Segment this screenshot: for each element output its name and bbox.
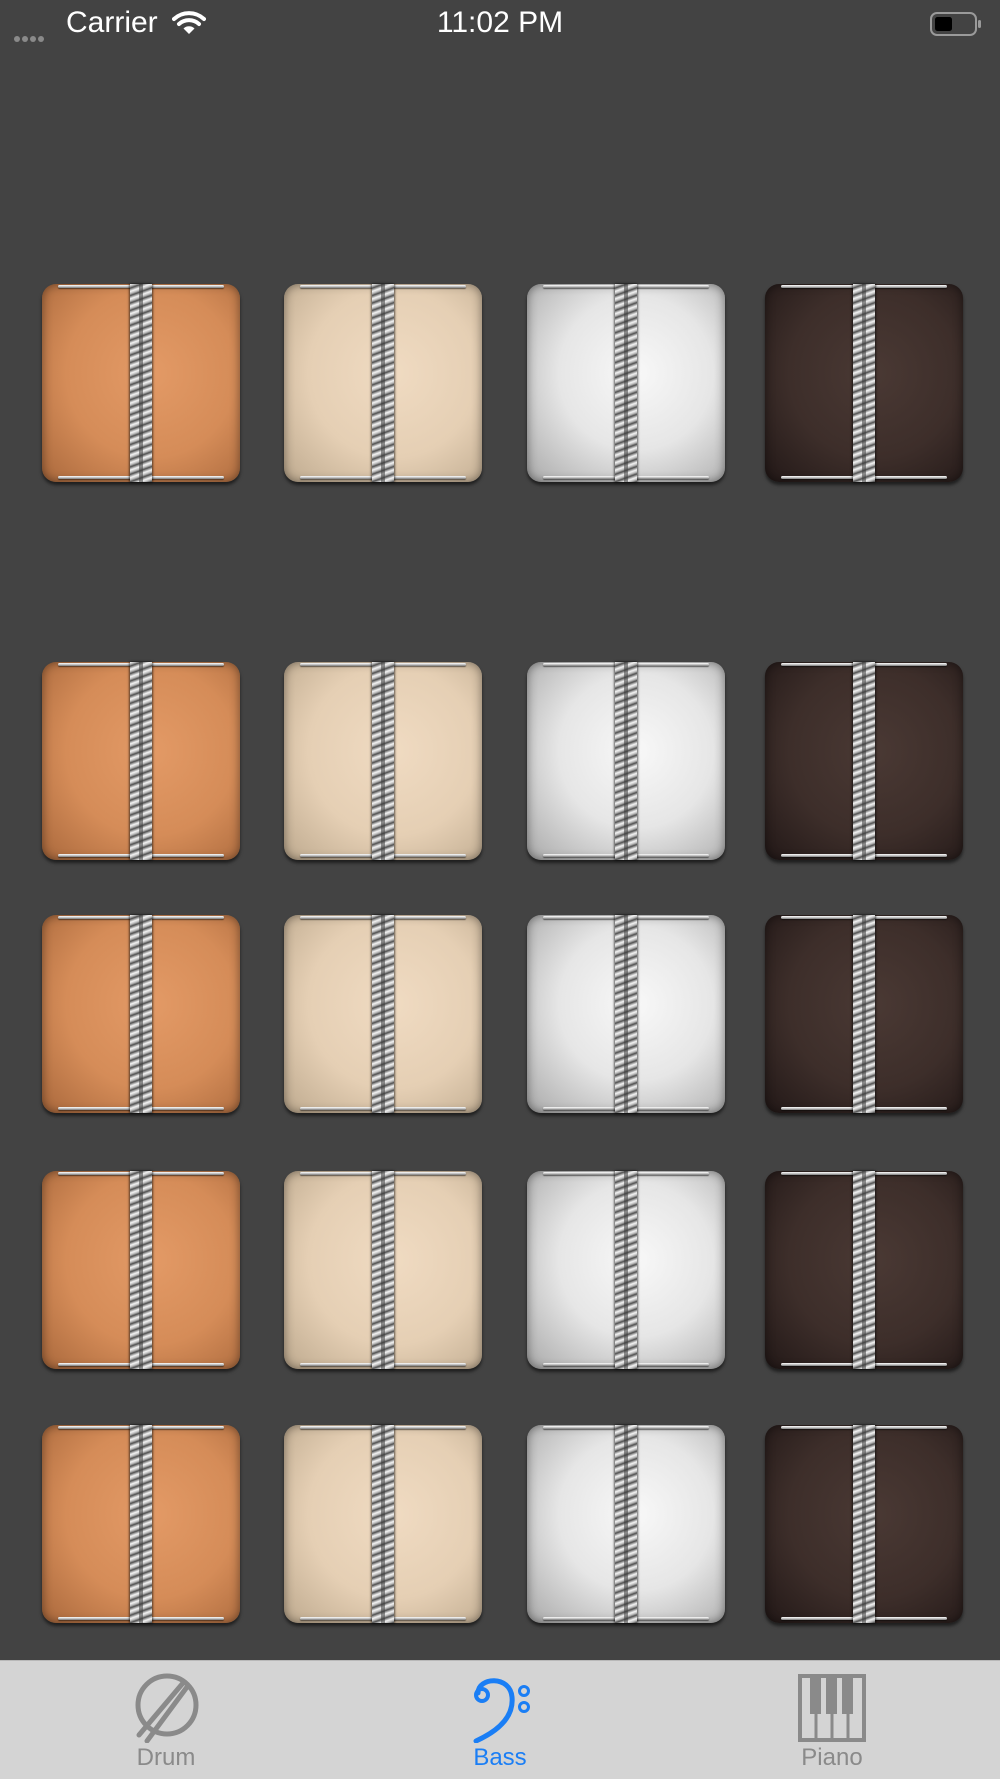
pad-spring [372, 1425, 394, 1623]
pad-spring [372, 284, 394, 482]
pad-silver-row-4[interactable] [527, 1171, 725, 1369]
pad-spring [853, 662, 875, 860]
pad-spring [853, 915, 875, 1113]
tab-bass-label: Bass [473, 1744, 527, 1771]
pad-spring [615, 915, 637, 1113]
pad-silver-row-2[interactable] [527, 662, 725, 860]
pad-spring [615, 1425, 637, 1623]
pad-silver-row-1[interactable] [527, 284, 725, 482]
pad-spring [853, 1425, 875, 1623]
pad-orange-row-3[interactable] [42, 915, 240, 1113]
pad-spring [615, 284, 637, 482]
tab-piano-label: Piano [801, 1744, 863, 1771]
tab-drum[interactable]: Drum [86, 1661, 246, 1779]
pad-spring [853, 284, 875, 482]
tab-piano[interactable]: Piano [752, 1661, 912, 1779]
pad-dark-row-4[interactable] [765, 1171, 963, 1369]
pad-orange-row-5[interactable] [42, 1425, 240, 1623]
pad-silver-row-5[interactable] [527, 1425, 725, 1623]
pad-silver-row-3[interactable] [527, 915, 725, 1113]
pad-dark-row-3[interactable] [765, 915, 963, 1113]
pad-spring [130, 1425, 152, 1623]
status-bar: Carrier 11:02 PM [0, 0, 1000, 50]
pad-orange-row-4[interactable] [42, 1171, 240, 1369]
tab-bass[interactable]: Bass [420, 1661, 580, 1779]
pad-spring [372, 662, 394, 860]
pad-dark-row-2[interactable] [765, 662, 963, 860]
pad-spring [130, 284, 152, 482]
pad-cream-row-1[interactable] [284, 284, 482, 482]
pad-spring [615, 662, 637, 860]
tab-drum-label: Drum [136, 1744, 196, 1771]
bass-clef-icon [468, 1673, 532, 1748]
pad-spring [130, 915, 152, 1113]
pad-spring [372, 1171, 394, 1369]
tab-bar: Drum Bass Piano [0, 1660, 1000, 1779]
pad-dark-row-5[interactable] [765, 1425, 963, 1623]
pad-spring [130, 1171, 152, 1369]
pad-spring [372, 915, 394, 1113]
pad-cream-row-3[interactable] [284, 915, 482, 1113]
pad-dark-row-1[interactable] [765, 284, 963, 482]
battery-icon [930, 12, 982, 36]
pad-cream-row-5[interactable] [284, 1425, 482, 1623]
pad-orange-row-1[interactable] [42, 284, 240, 482]
clock: 11:02 PM [436, 6, 564, 39]
drum-icon [129, 1673, 203, 1748]
pad-spring [615, 1171, 637, 1369]
pad-cream-row-2[interactable] [284, 662, 482, 860]
pad-orange-row-2[interactable] [42, 662, 240, 860]
pad-cream-row-4[interactable] [284, 1171, 482, 1369]
piano-icon [797, 1673, 867, 1748]
pad-spring [853, 1171, 875, 1369]
pad-spring [130, 662, 152, 860]
